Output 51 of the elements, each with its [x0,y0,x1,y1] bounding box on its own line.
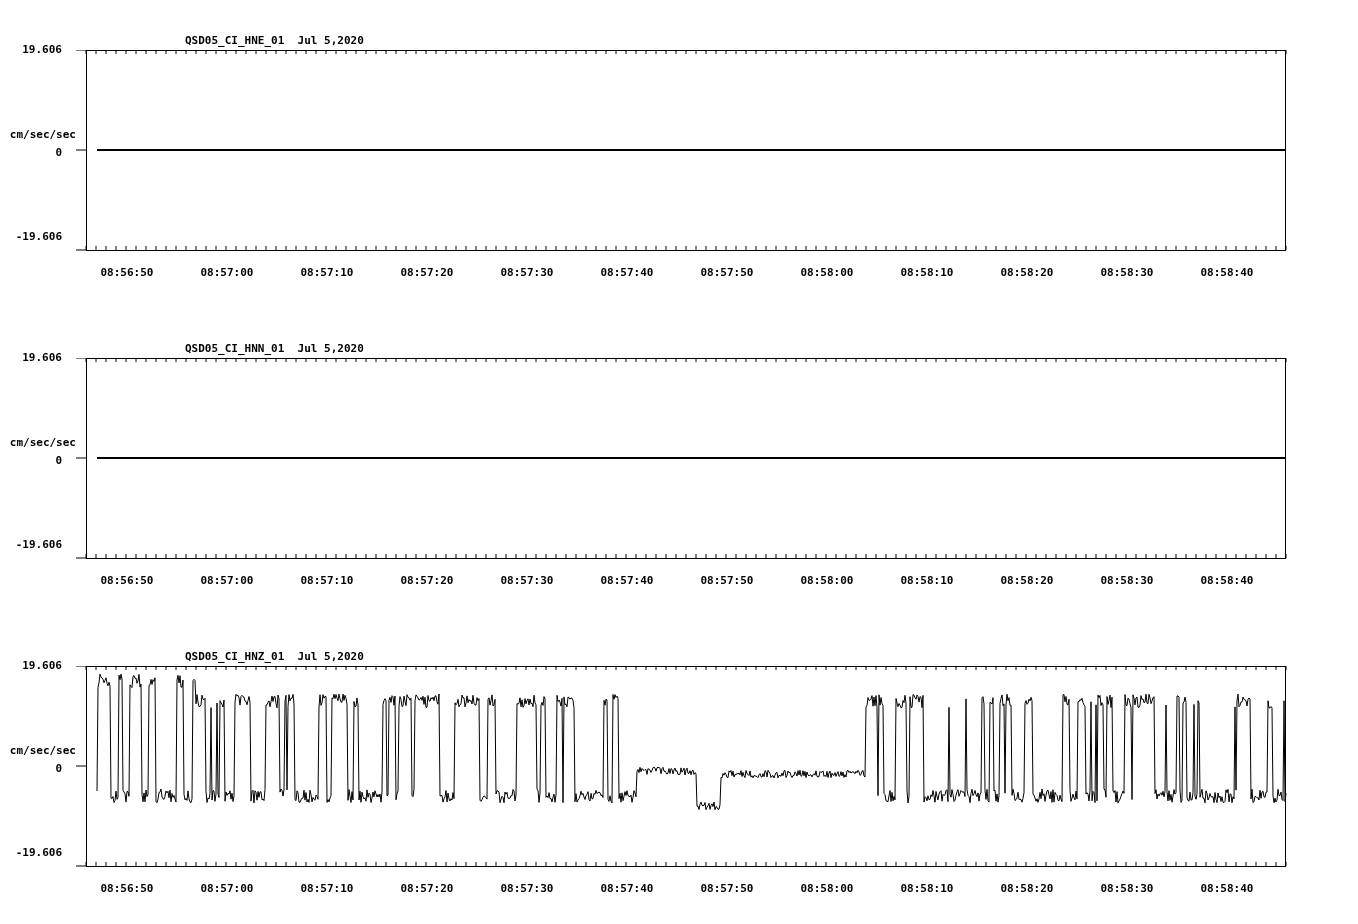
x-axis-label: 08:58:20 [999,266,1055,280]
x-axis-label: 08:57:10 [299,882,355,896]
x-axis-label: 08:58:00 [799,574,855,588]
y-axis-label: 19.606 [22,351,63,365]
x-axis-label: 08:57:20 [399,882,455,896]
y-axis-label: 0 [55,761,63,776]
y-axis-label: 19.606 [22,43,63,57]
x-axis-label: 08:57:50 [699,266,755,280]
x-axis-label: 08:57:30 [499,882,555,896]
x-axis-label: 08:56:50 [99,882,155,896]
unit-label: cm/sec/sec [9,435,76,450]
unit-label: cm/sec/sec [9,743,76,758]
x-axis-label: 08:57:10 [299,266,355,280]
x-axis-label: 08:56:50 [99,266,155,280]
x-axis-label: 08:58:10 [899,266,955,280]
x-axis-label: 08:57:20 [399,266,455,280]
x-axis-label: 08:58:30 [1099,574,1155,588]
y-axis-label: -19.606 [15,230,63,244]
x-axis-label: 08:58:00 [799,266,855,280]
plot-title: QSD05_CI_HNE_01 Jul 5,2020 [185,34,365,49]
plot-title: QSD05_CI_HNN_01 Jul 5,2020 [185,342,365,357]
y-axis-label: 0 [55,453,63,468]
x-axis-label: 08:57:30 [499,266,555,280]
x-axis-label: 08:58:10 [899,882,955,896]
x-axis-label: 08:58:40 [1199,574,1255,588]
x-axis-label: 08:58:40 [1199,882,1255,896]
y-axis-label: 0 [55,145,63,160]
plot-title: QSD05_CI_HNZ_01 Jul 5,2020 [185,650,365,665]
unit-label: cm/sec/sec [9,127,76,142]
x-axis-label: 08:57:40 [599,882,655,896]
x-axis-label: 08:57:50 [699,574,755,588]
x-axis-label: 08:57:00 [199,574,255,588]
y-axis-label: 19.606 [22,659,63,673]
x-axis-label: 08:58:10 [899,574,955,588]
x-axis-label: 08:58:00 [799,882,855,896]
x-axis-label: 08:57:30 [499,574,555,588]
x-axis-label: 08:58:20 [999,574,1055,588]
x-axis-label: 08:57:00 [199,882,255,896]
x-axis-label: 08:57:10 [299,574,355,588]
x-axis-label: 08:57:00 [199,266,255,280]
x-axis-label: 08:57:50 [699,882,755,896]
y-axis-label: -19.606 [15,538,63,552]
x-axis-label: 08:57:20 [399,574,455,588]
x-axis-label: 08:57:40 [599,574,655,588]
x-axis-label: 08:56:50 [99,574,155,588]
x-axis-label: 08:57:40 [599,266,655,280]
x-axis-label: 08:58:30 [1099,882,1155,896]
x-axis-label: 08:58:40 [1199,266,1255,280]
x-axis-label: 08:58:20 [999,882,1055,896]
y-axis-label: -19.606 [15,846,63,860]
x-axis-label: 08:58:30 [1099,266,1155,280]
